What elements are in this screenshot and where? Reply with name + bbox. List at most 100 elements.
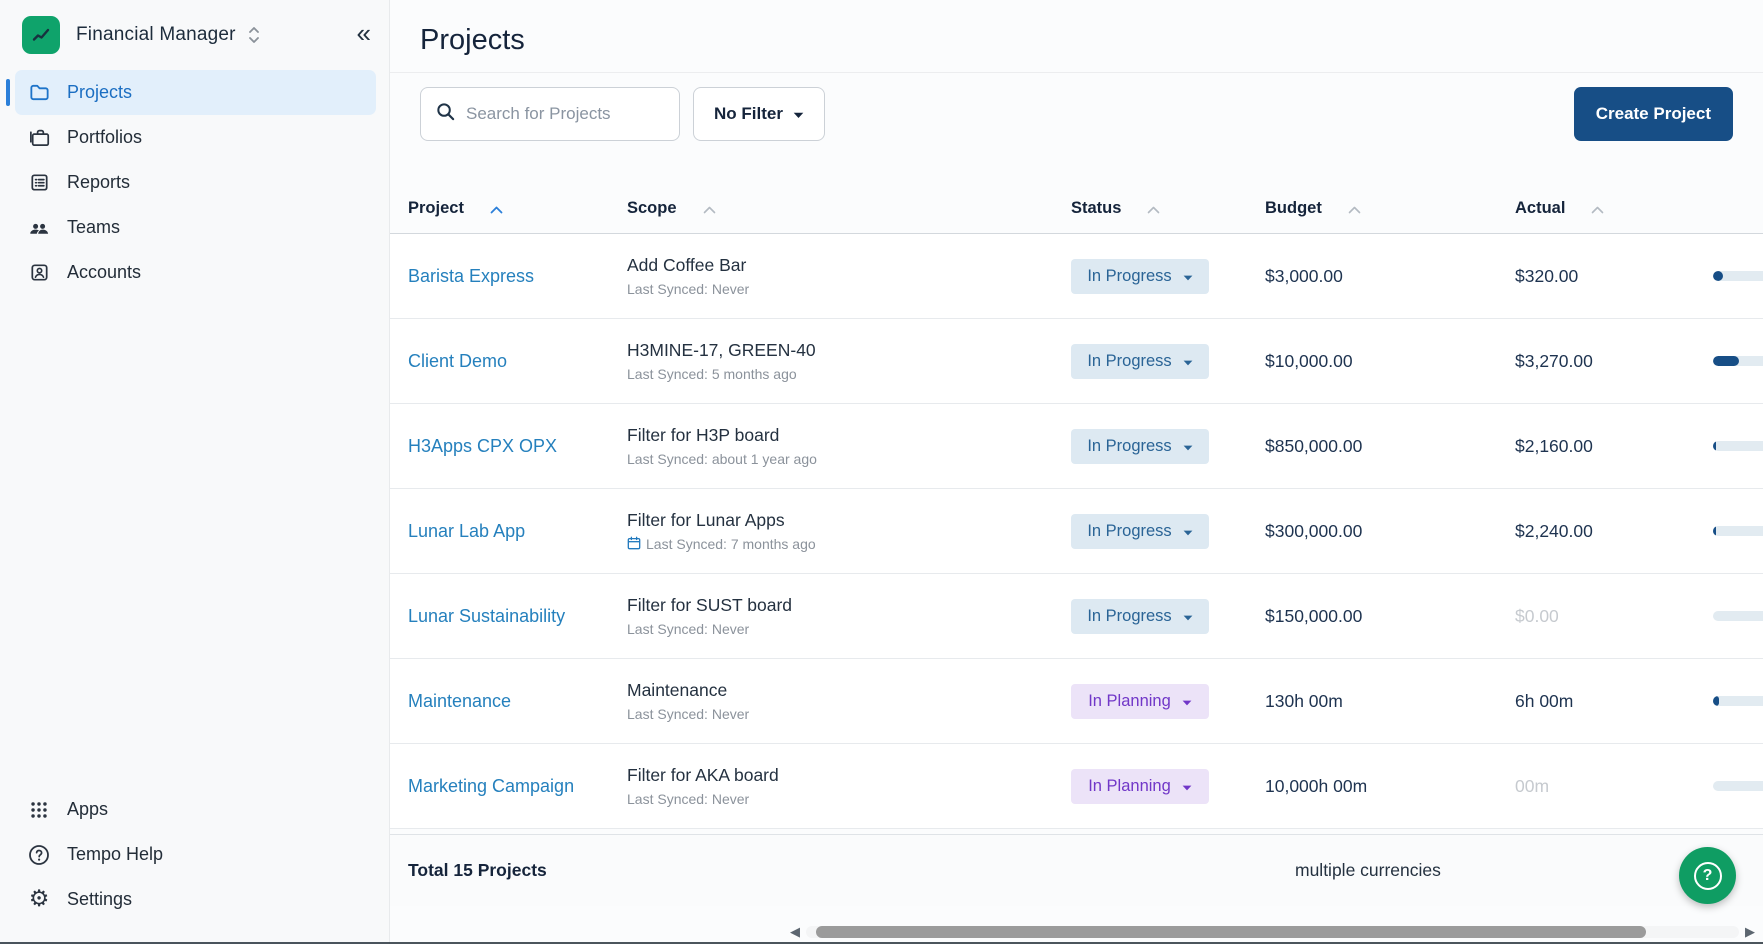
column-header-status[interactable]: Status [1053, 197, 1250, 219]
budget-value: $850,000.00 [1250, 436, 1500, 457]
progress-fill [1713, 526, 1716, 536]
status-badge[interactable]: In Progress [1071, 344, 1209, 379]
sidebar-item-settings[interactable]: ⚙ Settings [15, 877, 376, 922]
chevron-down-icon [1183, 267, 1193, 286]
progress-fill [1713, 441, 1716, 451]
status-label: In Progress [1087, 437, 1171, 456]
create-project-button[interactable]: Create Project [1574, 87, 1733, 141]
budget-value: $10,000.00 [1250, 351, 1500, 372]
actual-value: 6h 00m [1500, 691, 1713, 712]
table-row: Maintenance Maintenance Last Synced: Nev… [390, 659, 1763, 744]
app-switcher-icon[interactable] [246, 25, 262, 45]
folder-icon [27, 81, 51, 105]
gear-icon: ⚙ [27, 888, 51, 912]
status-badge[interactable]: In Planning [1071, 769, 1209, 804]
progress-fill [1713, 696, 1719, 706]
sidebar-item-tempo-help[interactable]: Tempo Help [15, 832, 376, 877]
horizontal-scrollbar: ◀ ▶ [788, 925, 1757, 939]
app-title: Financial Manager [76, 24, 236, 46]
scope-cell: Add Coffee Bar Last Synced: Never [627, 255, 1053, 297]
sidebar-item-accounts[interactable]: Accounts [15, 250, 376, 295]
last-synced-text: Last Synced: Never [627, 791, 1053, 807]
table-row: H3Apps CPX OPX Filter for H3P board Last… [390, 404, 1763, 489]
status-badge[interactable]: In Progress [1071, 514, 1209, 549]
scrollbar-thumb[interactable] [816, 926, 1646, 938]
project-link[interactable]: Client Demo [390, 351, 627, 372]
sidebar-item-projects[interactable]: Projects [15, 70, 376, 115]
sidebar-item-portfolios[interactable]: Portfolios [15, 115, 376, 160]
collapse-sidebar-icon[interactable]: « [357, 20, 371, 50]
sort-asc-icon [1147, 200, 1160, 219]
status-label: In Progress [1087, 522, 1171, 541]
sidebar-item-reports[interactable]: Reports [15, 160, 376, 205]
status-label: In Progress [1087, 352, 1171, 371]
calendar-icon [627, 536, 641, 553]
status-label: In Progress [1087, 607, 1171, 626]
filter-label: No Filter [714, 104, 783, 124]
last-synced-text: Last Synced: 7 months ago [627, 536, 1053, 553]
chevron-down-icon [793, 104, 804, 124]
project-link[interactable]: Lunar Lab App [390, 521, 627, 542]
scope-cell: Maintenance Last Synced: Never [627, 680, 1053, 722]
sidebar-item-apps[interactable]: Apps [15, 787, 376, 832]
scope-text: Add Coffee Bar [627, 255, 1053, 276]
chevron-down-icon [1182, 777, 1192, 796]
report-icon [27, 171, 51, 195]
budget-value: 130h 00m [1250, 691, 1500, 712]
search-input[interactable] [466, 104, 656, 124]
column-header-actual[interactable]: Actual [1500, 197, 1713, 219]
sidebar-header: Financial Manager « [0, 0, 389, 70]
status-label: In Planning [1088, 692, 1171, 711]
toolbar: No Filter Create Project [420, 87, 1733, 141]
scope-text: Filter for Lunar Apps [627, 510, 1053, 531]
scope-text: Filter for SUST board [627, 595, 1053, 616]
project-link[interactable]: H3Apps CPX OPX [390, 436, 627, 457]
scope-cell: Filter for SUST board Last Synced: Never [627, 595, 1053, 637]
actual-value: $2,160.00 [1500, 436, 1713, 457]
project-link[interactable]: Maintenance [390, 691, 627, 712]
status-label: In Progress [1087, 267, 1171, 286]
scope-cell: Filter for H3P board Last Synced: about … [627, 425, 1053, 467]
search-box [420, 87, 680, 141]
scope-cell: Filter for AKA board Last Synced: Never [627, 765, 1053, 807]
sidebar-item-label: Projects [67, 82, 132, 103]
app-logo-icon [22, 16, 60, 54]
chevron-down-icon [1182, 692, 1192, 711]
budget-value: $300,000.00 [1250, 521, 1500, 542]
column-header-project[interactable]: Project [390, 197, 627, 219]
progress-bar [1713, 611, 1763, 621]
sidebar-item-teams[interactable]: Teams [15, 205, 376, 250]
question-mark-icon: ? [1694, 862, 1722, 890]
sort-asc-icon [1348, 200, 1361, 219]
scope-text: H3MINE-17, GREEN-40 [627, 340, 1053, 361]
scroll-right-icon[interactable]: ▶ [1743, 925, 1757, 939]
people-icon [27, 216, 51, 240]
progress-fill [1713, 356, 1739, 366]
last-synced-text: Last Synced: about 1 year ago [627, 451, 1053, 467]
table-row: Client Demo H3MINE-17, GREEN-40 Last Syn… [390, 319, 1763, 404]
status-badge[interactable]: In Progress [1071, 599, 1209, 634]
app-window: Financial Manager « Projects Portfolios [0, 0, 1763, 944]
status-badge[interactable]: In Planning [1071, 684, 1209, 719]
status-badge[interactable]: In Progress [1071, 259, 1209, 294]
column-header-scope[interactable]: Scope [627, 197, 1053, 219]
help-fab-button[interactable]: ? [1679, 847, 1736, 904]
budget-value: $150,000.00 [1250, 606, 1500, 627]
sort-asc-icon [490, 200, 503, 219]
project-link[interactable]: Marketing Campaign [390, 776, 627, 797]
status-badge[interactable]: In Progress [1071, 429, 1209, 464]
apps-grid-icon [27, 798, 51, 822]
column-header-budget[interactable]: Budget [1250, 197, 1500, 219]
scroll-left-icon[interactable]: ◀ [788, 925, 802, 939]
sidebar-item-label: Accounts [67, 262, 141, 283]
last-synced-text: Last Synced: 5 months ago [627, 366, 1053, 382]
sidebar-footer: Apps Tempo Help ⚙ Settings [0, 787, 389, 944]
project-link[interactable]: Barista Express [390, 266, 627, 287]
filter-dropdown[interactable]: No Filter [693, 87, 825, 141]
sidebar-item-label: Reports [67, 172, 130, 193]
total-projects-label: Total 15 Projects [390, 860, 1250, 881]
budget-summary: multiple currencies [1250, 860, 1500, 881]
page-title: Projects [420, 24, 1763, 57]
progress-bar [1713, 696, 1763, 706]
project-link[interactable]: Lunar Sustainability [390, 606, 627, 627]
